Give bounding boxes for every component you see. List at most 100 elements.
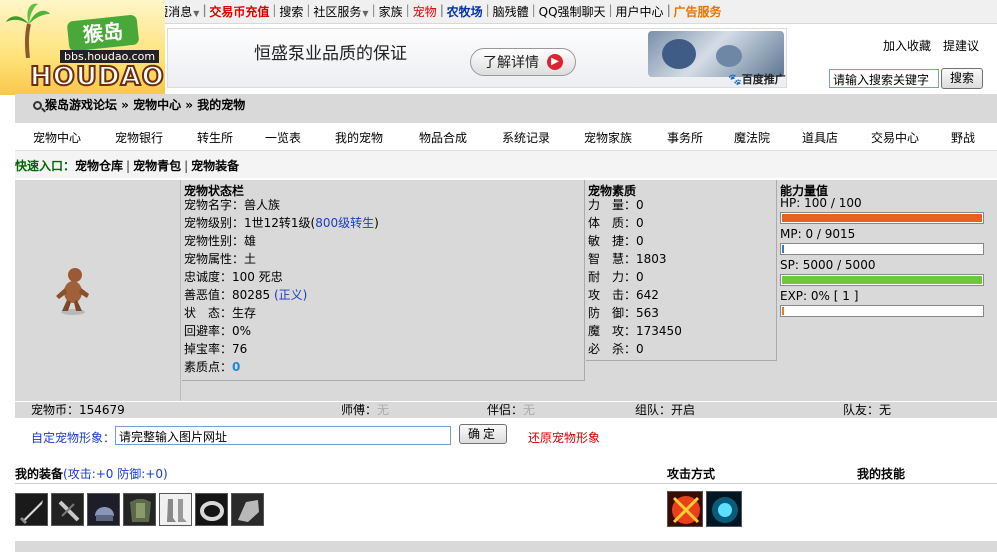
- topnav-item[interactable]: 农牧场: [440, 3, 488, 20]
- armor-icon[interactable]: [123, 493, 156, 526]
- quick-link-bag[interactable]: 宠物青包: [133, 159, 181, 173]
- quality-value: 0: [636, 270, 644, 284]
- add-favorite-link[interactable]: 加入收藏: [883, 39, 931, 53]
- banner-slogan: 恒盛泵业品质的保证: [254, 44, 407, 64]
- learn-more-button[interactable]: 了解详情 ▶: [470, 48, 576, 76]
- restore-image-link[interactable]: 还原宠物形象: [528, 429, 600, 446]
- partner-label: 伴侣：: [487, 403, 524, 417]
- menu-item[interactable]: 系统记录: [502, 129, 550, 146]
- quick-entry: 快速入口：宠物仓库 | 宠物青包 | 宠物装备: [15, 150, 997, 178]
- mp-bar-fill: [782, 245, 784, 253]
- menu-item[interactable]: 宠物银行: [115, 129, 163, 146]
- quality-row: 必 杀：0: [586, 340, 776, 358]
- teammate: 队友：无: [843, 403, 892, 417]
- site-logo[interactable]: 猴岛 bbs.houdao.com HOUDAO: [0, 0, 165, 95]
- hp-bar-fill: [782, 214, 982, 222]
- menu-item[interactable]: 野战: [951, 129, 975, 146]
- arrow-right-icon: ▶: [547, 54, 563, 70]
- dagger-graphic: [58, 500, 80, 522]
- team-status: 组队：开启: [635, 403, 696, 417]
- confirm-button[interactable]: 确定: [459, 424, 507, 444]
- helmet-graphic: [95, 507, 114, 521]
- topnav-item[interactable]: 宠物: [406, 3, 442, 20]
- ring-icon[interactable]: [195, 493, 228, 526]
- quality-value: 0: [636, 216, 644, 230]
- partner-field: 伴侣：无: [487, 402, 535, 418]
- rebirth-link[interactable]: 800级转生: [315, 216, 374, 230]
- pet-drop-rate: 掉宝率：76: [184, 342, 248, 356]
- quality-key: 魔 攻：: [588, 324, 637, 338]
- my-skills-title: 我的技能: [857, 467, 906, 481]
- menu-item[interactable]: 转生所: [197, 129, 233, 146]
- quality-key: 防 御：: [588, 306, 637, 320]
- mp-bar: [780, 243, 984, 255]
- hp-bar: [780, 212, 984, 224]
- topnav-item[interactable]: 广告服务: [667, 3, 727, 20]
- boots-icon[interactable]: [159, 493, 192, 526]
- pet-status-column: 宠物状态栏 宠物名字：兽人族 宠物级别：1世12转1级(800级转生) 宠物性别…: [182, 180, 585, 381]
- header-links: 加入收藏 提建议: [883, 37, 979, 54]
- master-field: 师傅：无: [341, 402, 389, 418]
- pet-image-area: [15, 180, 181, 401]
- sword-icon[interactable]: [15, 493, 48, 526]
- quick-link-warehouse[interactable]: 宠物仓库: [75, 159, 123, 173]
- breadcrumb-text[interactable]: 猴岛游戏论坛 » 宠物中心 » 我的宠物: [45, 98, 245, 112]
- topnav-item-label: 交易币充值: [209, 5, 270, 19]
- topnav-item-label: 农牧场: [446, 5, 483, 19]
- helmet-icon[interactable]: [87, 493, 120, 526]
- menu-item[interactable]: 宠物中心: [33, 129, 81, 146]
- menu-item[interactable]: 宠物家族: [584, 129, 632, 146]
- quality-row: 智 慧：1803: [586, 250, 776, 268]
- pet-loyalty: 忠诚度：100 死忠: [184, 270, 283, 284]
- pet-name: 宠物名字：兽人族: [184, 198, 281, 212]
- sp-bar-fill: [782, 276, 982, 284]
- pet-quality-column: 宠物素质 力 量：0 体 质：0 敏 捷：0 智 慧：1803 耐 力：0 攻 击：642…: [586, 180, 777, 361]
- quality-row: 敏 捷：0: [586, 232, 776, 250]
- gauntlet-graphic: [238, 500, 259, 522]
- menu-item[interactable]: 道具店: [802, 129, 838, 146]
- topnav-item[interactable]: 脑残體: [486, 3, 534, 20]
- ad-banner[interactable]: 恒盛泵业品质的保证 了解详情 ▶ 🐾百度推广: [167, 28, 787, 88]
- search-input[interactable]: 请输入搜索关键字: [829, 69, 939, 88]
- pet-quality-points: 素质点：0: [182, 358, 584, 376]
- quality-key: 必 杀：: [588, 342, 637, 356]
- pet-level: 宠物级别：1世12转1级(800级转生): [182, 214, 584, 232]
- menu-item[interactable]: 一览表: [265, 129, 301, 146]
- search-button[interactable]: 搜索: [941, 68, 983, 89]
- master-label: 师傅：: [341, 403, 378, 417]
- breadcrumb-bar: 猴岛游戏论坛 » 宠物中心 » 我的宠物: [15, 94, 997, 123]
- suggest-link[interactable]: 提建议: [943, 39, 979, 53]
- menu-item[interactable]: 交易中心: [871, 129, 919, 146]
- left-margin: [0, 95, 15, 552]
- breadcrumb[interactable]: 猴岛游戏论坛 » 宠物中心 » 我的宠物: [33, 96, 245, 113]
- quality-value: 0: [636, 234, 644, 248]
- topnav-item[interactable]: QQ强制聊天: [532, 3, 611, 20]
- quality-key: 智 慧：: [588, 252, 637, 266]
- mp-label: MP: 0 / 9015: [780, 227, 856, 241]
- custom-image-label: 自定宠物形象：: [31, 431, 116, 445]
- topnav-item-label: 搜索: [279, 5, 304, 19]
- dagger-icon[interactable]: [51, 493, 84, 526]
- quick-entry-label: 快速入口：: [15, 159, 76, 173]
- menu-item[interactable]: 我的宠物: [335, 129, 383, 146]
- pet-panel: 宠物状态栏 宠物名字：兽人族 宠物级别：1世12转1级(800级转生) 宠物性别…: [15, 180, 997, 401]
- menu-item[interactable]: 物品合成: [419, 129, 467, 146]
- ice-attack-icon[interactable]: [706, 491, 742, 527]
- fire-attack-icon[interactable]: [667, 491, 703, 527]
- topnav-item[interactable]: 家族: [372, 3, 408, 20]
- topnav-item[interactable]: 社区服务▼: [306, 3, 373, 20]
- quick-link-equipment[interactable]: 宠物装备: [191, 159, 239, 173]
- menu-item[interactable]: 魔法院: [734, 129, 770, 146]
- gauntlet-icon[interactable]: [231, 493, 264, 526]
- fire-attack-graphic: [672, 496, 700, 524]
- topnav-item-label: 宠物: [412, 5, 437, 19]
- topnav-item[interactable]: 用户中心: [609, 3, 669, 20]
- sword-graphic: [19, 500, 43, 525]
- karma-alignment-link[interactable]: (正义): [274, 288, 307, 302]
- image-url-input[interactable]: 请完整输入图片网址: [115, 426, 451, 445]
- topnav-item[interactable]: 交易币充值: [202, 3, 274, 20]
- menu-item[interactable]: 事务所: [667, 129, 703, 146]
- quality-key: 力 量：: [588, 198, 637, 212]
- topnav-item[interactable]: 搜索: [272, 3, 308, 20]
- pet-karma-value: 善恶值：80285: [184, 288, 274, 302]
